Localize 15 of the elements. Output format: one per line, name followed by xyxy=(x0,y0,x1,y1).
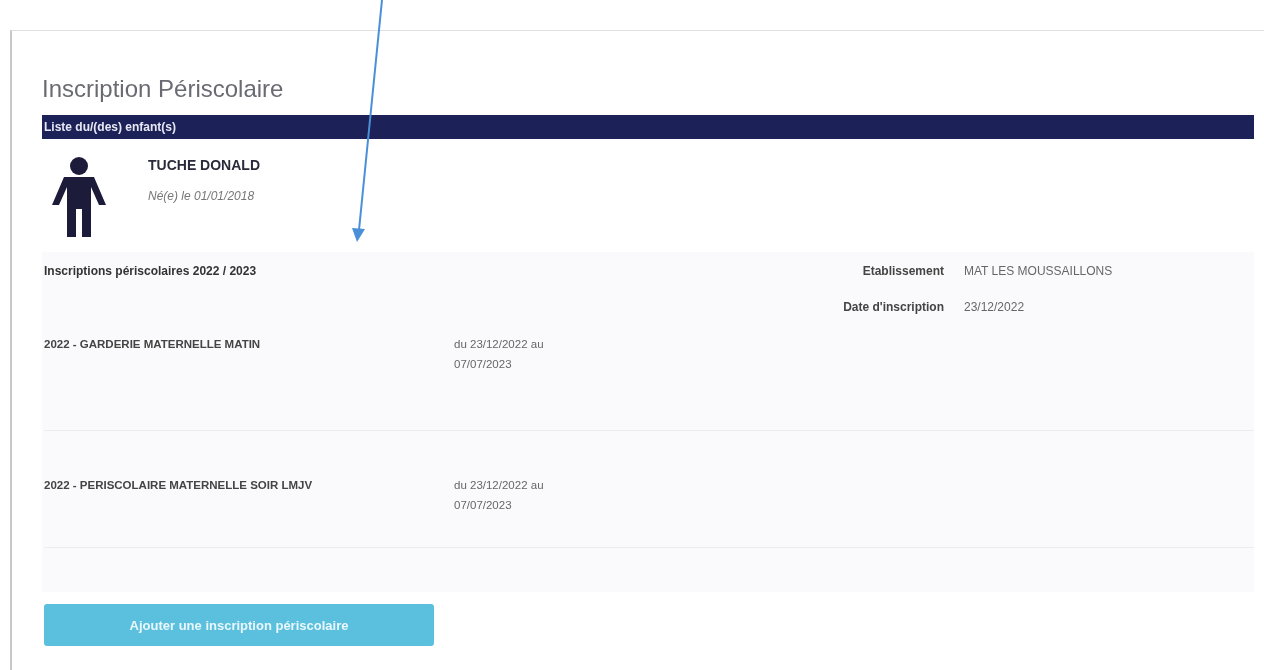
activity-period: du 23/12/2022 au 07/07/2023 xyxy=(454,337,545,372)
registrations-heading: Inscriptions périscolaires 2022 / 2023 xyxy=(44,264,257,280)
add-registration-button[interactable]: Ajouter une inscription périscolaire xyxy=(44,604,434,646)
detail-value: 23/12/2022 xyxy=(964,300,1026,314)
section-bar: Liste du/(des) enfant(s) xyxy=(42,115,1254,139)
detail-value: MAT LES MOUSSAILLONS xyxy=(964,264,1114,278)
page-title: Inscription Périscolaire xyxy=(42,75,285,103)
detail-label: Date d'inscription xyxy=(843,300,944,314)
child-name: TUCHE DONALD xyxy=(148,157,260,173)
activity-name: 2022 - GARDERIE MATERNELLE MATIN xyxy=(44,338,262,350)
activity-period: du 23/12/2022 au 07/07/2023 xyxy=(454,478,545,513)
child-icon xyxy=(50,157,108,239)
activity-name: 2022 - PERISCOLAIRE MATERNELLE SOIR LMJV xyxy=(44,479,314,491)
birth-date: Né(e) le 01/01/2018 xyxy=(148,189,256,203)
detail-label: Etablissement xyxy=(861,264,944,278)
